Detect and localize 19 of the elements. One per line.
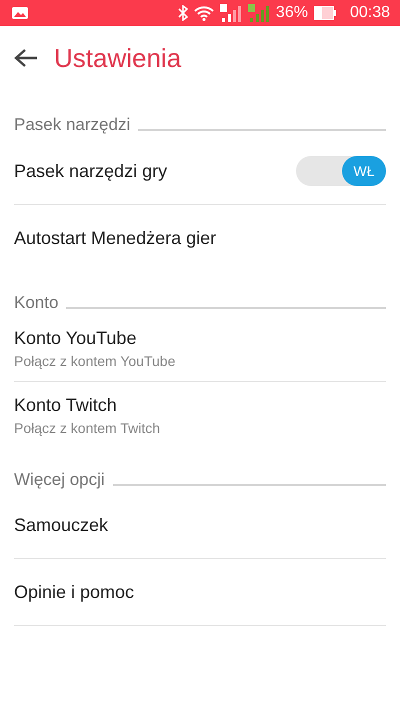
clock: 00:38: [350, 4, 390, 22]
setting-item[interactable]: Autostart Menedżera gier: [14, 205, 386, 271]
setting-item[interactable]: Opinie i pomoc: [14, 559, 386, 626]
wifi-icon: [194, 5, 214, 21]
section-header: Konto: [14, 293, 58, 313]
setting-label: Pasek narzędzi gry: [14, 160, 168, 182]
setting-item[interactable]: Konto Twitch Połącz z kontem Twitch: [14, 382, 386, 448]
signal-icon: [248, 4, 270, 22]
battery-percent: 36%: [276, 4, 308, 22]
section-header: Pasek narzędzi: [14, 115, 130, 135]
battery-icon: [314, 6, 336, 20]
section-header: Więcej opcji: [14, 470, 105, 490]
page-title: Ustawienia: [54, 42, 182, 74]
back-arrow-icon[interactable]: [14, 48, 38, 68]
bluetooth-icon: [178, 5, 188, 21]
image-icon: [12, 7, 28, 19]
setting-item[interactable]: Konto YouTube Połącz z kontem YouTube: [14, 315, 386, 382]
setting-item[interactable]: Samouczek: [14, 492, 386, 559]
signal-icon: [220, 4, 242, 22]
